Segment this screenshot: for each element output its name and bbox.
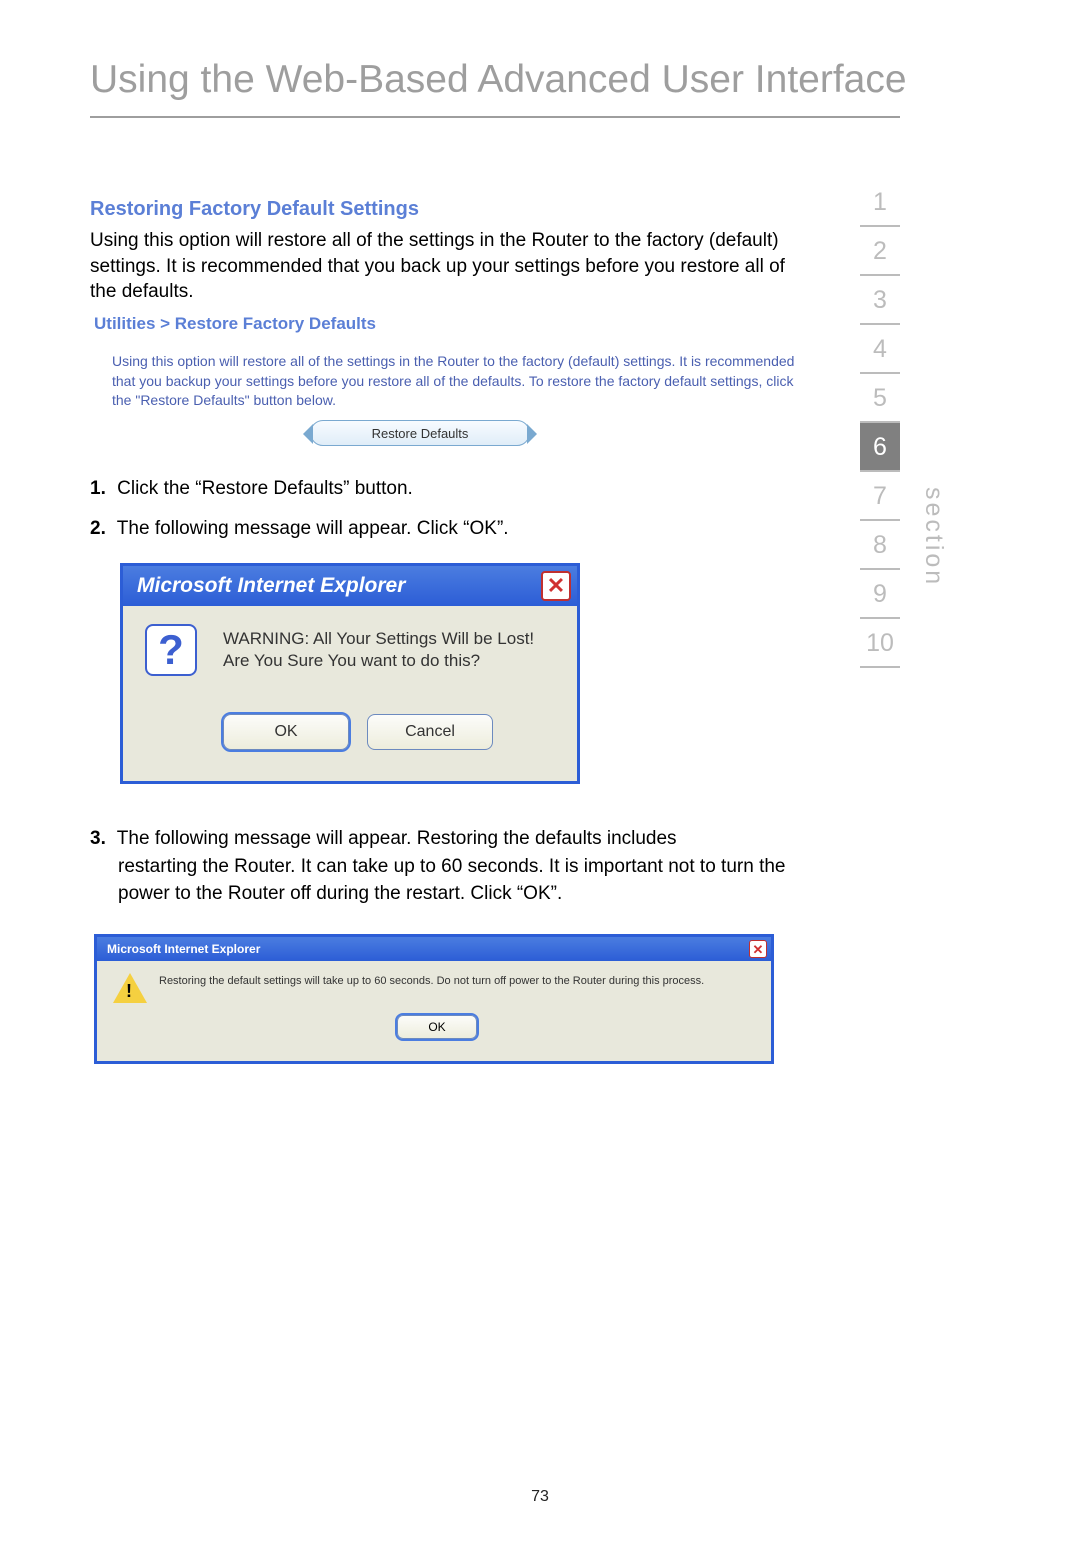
restore-defaults-button[interactable]: Restore Defaults xyxy=(310,420,530,446)
ok-label-2: OK xyxy=(428,1020,445,1034)
step-3-number: 3. xyxy=(90,828,106,849)
nav-item-3[interactable]: 3 xyxy=(860,276,900,325)
close-button[interactable]: ✕ xyxy=(541,571,571,601)
nav-item-4[interactable]: 4 xyxy=(860,325,900,374)
nav-item-8[interactable]: 8 xyxy=(860,521,900,570)
ok-button[interactable]: OK xyxy=(223,714,349,750)
cancel-button[interactable]: Cancel xyxy=(367,714,493,750)
intro-text: Using this option will restore all of th… xyxy=(90,228,800,305)
step-2: 2. The following message will appear. Cl… xyxy=(90,518,509,540)
title-underline xyxy=(90,116,900,118)
warning-line-1: WARNING: All Your Settings Will be Lost! xyxy=(223,629,534,648)
dialog-title: Microsoft Internet Explorer xyxy=(137,574,405,598)
question-mark-icon: ? xyxy=(158,626,184,674)
arrow-right-icon xyxy=(527,424,537,444)
section-label: section xyxy=(919,487,948,587)
dialog-body: ? WARNING: All Your Settings Will be Los… xyxy=(123,606,577,781)
close-button-2[interactable]: ✕ xyxy=(749,940,767,958)
step-3: 3. The following message will appear. Re… xyxy=(90,825,800,908)
dialog2-body: Restoring the default settings will take… xyxy=(97,961,771,1061)
close-icon: ✕ xyxy=(547,575,565,597)
nav-item-5[interactable]: 5 xyxy=(860,374,900,423)
dialog-buttons: OK Cancel xyxy=(223,714,493,750)
page-title: Using the Web-Based Advanced User Interf… xyxy=(90,58,907,102)
section-heading: Restoring Factory Default Settings xyxy=(90,198,419,221)
ok-label: OK xyxy=(274,723,297,741)
nav-item-2[interactable]: 2 xyxy=(860,227,900,276)
warning-dialog: Microsoft Internet Explorer ✕ ? WARNING:… xyxy=(120,563,580,784)
step-2-text: The following message will appear. Click… xyxy=(117,518,509,539)
warning-line-2: Are You Sure You want to do this? xyxy=(223,651,480,670)
dialog-titlebar: Microsoft Internet Explorer ✕ xyxy=(123,566,577,606)
alert-icon xyxy=(113,973,147,1003)
nav-item-7[interactable]: 7 xyxy=(860,472,900,521)
dialog2-titlebar: Microsoft Internet Explorer ✕ xyxy=(97,937,771,961)
nav-item-9[interactable]: 9 xyxy=(860,570,900,619)
step-2-number: 2. xyxy=(90,518,106,539)
restore-defaults-label: Restore Defaults xyxy=(372,426,469,441)
question-icon: ? xyxy=(145,624,197,676)
cancel-label: Cancel xyxy=(405,723,455,741)
step-1-text: Click the “Restore Defaults” button. xyxy=(117,478,413,499)
section-nav: 1 2 3 4 5 6 7 8 9 10 xyxy=(860,178,900,668)
ok-button-2[interactable]: OK xyxy=(397,1015,477,1039)
dialog2-title: Microsoft Internet Explorer xyxy=(107,942,260,956)
warning-text: WARNING: All Your Settings Will be Lost!… xyxy=(223,628,563,672)
nav-item-1[interactable]: 1 xyxy=(860,178,900,227)
info-dialog: Microsoft Internet Explorer ✕ Restoring … xyxy=(94,934,774,1064)
page-number: 73 xyxy=(531,1488,549,1506)
arrow-left-icon xyxy=(303,424,313,444)
step-1-number: 1. xyxy=(90,478,106,499)
nav-item-6[interactable]: 6 xyxy=(860,423,900,472)
router-help-text: Using this option will restore all of th… xyxy=(112,352,812,411)
step-3-text-b: restarting the Router. It can take up to… xyxy=(118,853,800,908)
nav-item-10[interactable]: 10 xyxy=(860,619,900,668)
dialog2-text: Restoring the default settings will take… xyxy=(159,975,759,987)
step-3-text-a: The following message will appear. Resto… xyxy=(117,828,677,849)
breadcrumb: Utilities > Restore Factory Defaults xyxy=(94,314,376,334)
step-1: 1. Click the “Restore Defaults” button. xyxy=(90,478,413,500)
close-icon-2: ✕ xyxy=(753,943,764,956)
